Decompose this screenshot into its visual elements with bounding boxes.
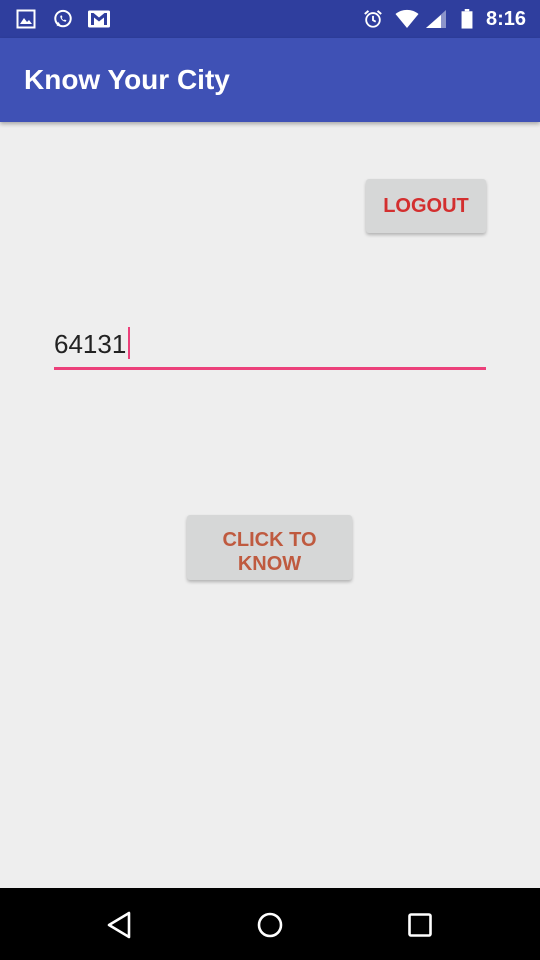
gmail-icon [88,10,110,28]
gallery-icon [16,9,36,29]
recents-icon[interactable] [405,910,435,940]
pincode-field[interactable]: 64131 [54,320,486,370]
wifi-icon [395,9,419,28]
navigation-bar [0,888,540,960]
back-icon[interactable] [105,910,135,940]
status-bar: 8:16 [0,0,540,38]
click-to-know-button[interactable]: CLICK TO KNOW [187,515,352,580]
app-bar: Know Your City [0,38,540,122]
battery-icon [461,9,473,29]
home-icon[interactable] [255,910,285,940]
screen: 8:16 Know Your City LOGOUT 64131 CLICK T… [0,0,540,960]
whatsapp-icon [54,9,72,28]
status-time: 8:16 [486,8,527,30]
app-title: Know Your City [24,64,230,95]
pincode-value: 64131 [54,329,127,359]
alarm-icon [364,10,382,28]
pincode-input[interactable]: 64131 [54,327,131,359]
signal-icon [426,10,446,28]
logout-button[interactable]: LOGOUT [366,179,486,233]
text-cursor [128,327,131,359]
